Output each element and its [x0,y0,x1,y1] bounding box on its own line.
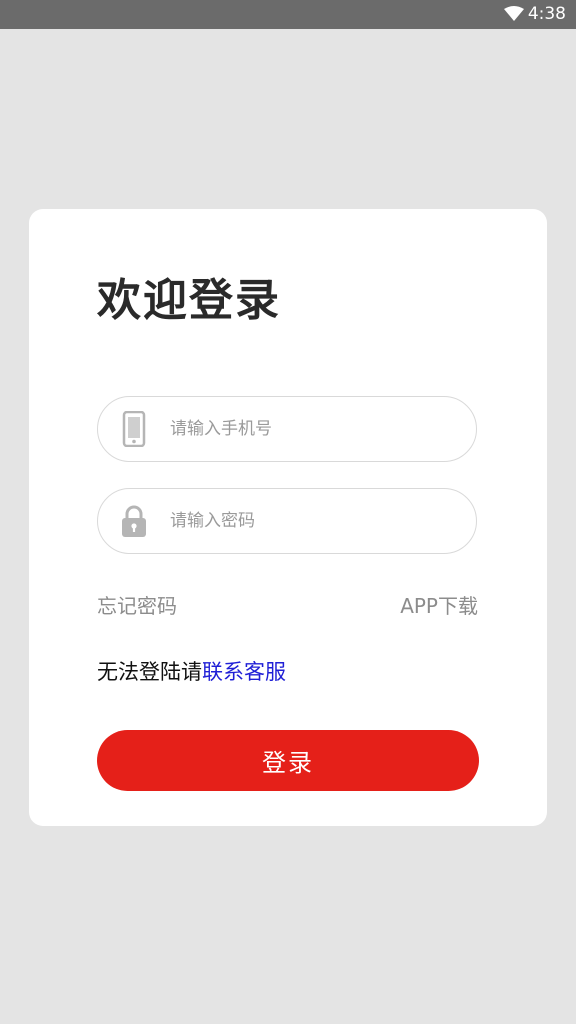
status-time: 4:38 [527,4,566,24]
login-card: 欢迎登录 忘记密码 APP下载 无法登陆请联系客服 登录 [29,209,547,826]
app-download-link[interactable]: APP下载 [400,592,478,620]
password-field[interactable] [97,488,477,554]
login-button[interactable]: 登录 [97,730,479,791]
login-help-text: 无法登陆请联系客服 [97,658,286,686]
wifi-icon [504,6,524,21]
lock-icon [122,505,146,537]
status-bar: 4:38 [0,0,576,29]
help-prefix: 无法登陆请 [97,660,202,684]
page-title: 欢迎登录 [97,275,281,326]
contact-support-link[interactable]: 联系客服 [202,660,286,684]
phone-field[interactable] [97,396,477,462]
phone-icon [122,411,146,447]
forgot-password-link[interactable]: 忘记密码 [97,592,177,620]
password-input[interactable] [170,489,460,553]
phone-input[interactable] [170,397,460,461]
